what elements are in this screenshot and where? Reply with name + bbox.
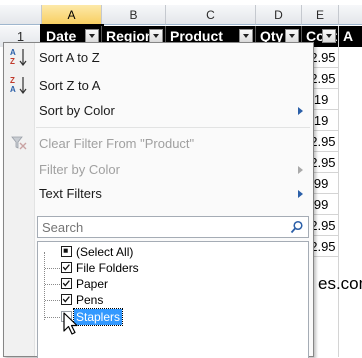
column-header-f[interactable] (339, 5, 362, 25)
tree-line (45, 317, 60, 319)
select-all-corner[interactable] (0, 5, 42, 25)
filter-dropdown-button[interactable] (239, 29, 253, 43)
filter-by-color-label: Filter by Color (39, 162, 120, 177)
header-cell-partial[interactable]: A (339, 26, 362, 47)
sort-z-to-a-item[interactable]: Sort Z to A (39, 75, 309, 97)
sort-by-color-item[interactable]: Sort by Color (39, 100, 309, 122)
filter-by-color-item: Filter by Color (39, 159, 309, 181)
sort-a-to-z-item[interactable]: Sort A to Z (39, 47, 309, 69)
sort-z-to-a-icon: Z A (10, 76, 27, 94)
list-item-label: File Folders (76, 261, 139, 275)
filter-dropdown-button[interactable] (285, 29, 299, 43)
clear-filter-icon (11, 136, 27, 150)
list-item-label: (Select All) (76, 245, 134, 259)
header-label-partial: A (343, 28, 354, 44)
tree-line (45, 268, 60, 270)
checkbox-mixed[interactable] (61, 246, 72, 257)
list-item-label: Pens (76, 293, 104, 307)
menu-separator (36, 127, 310, 128)
sort-by-color-label: Sort by Color (39, 103, 115, 118)
filter-values-list[interactable]: (Select All) File Folders Paper Pens Sta… (37, 241, 309, 358)
magnifier-icon (290, 220, 303, 234)
submenu-arrow-icon (298, 107, 303, 115)
mouse-pointer-icon (63, 312, 78, 335)
filter-dropdown-button[interactable] (85, 29, 99, 43)
list-item-label: Paper (76, 277, 109, 291)
tree-line (45, 284, 60, 286)
svg-text:A: A (10, 48, 16, 57)
tree-line (44, 252, 46, 320)
sort-a-to-z-icon: A Z (10, 48, 27, 66)
checkbox-checked[interactable] (61, 278, 72, 289)
filter-dropdown-button[interactable] (322, 29, 336, 43)
partial-cell-text: es.com (318, 274, 362, 293)
text-filters-item[interactable]: Text Filters (39, 183, 309, 205)
column-header-b[interactable]: B (102, 5, 166, 25)
column-header-a[interactable]: A (42, 5, 102, 25)
svg-text:Z: Z (10, 76, 15, 85)
column-header-d[interactable]: D (256, 5, 302, 25)
svg-text:A: A (10, 85, 16, 94)
filter-search-box[interactable] (37, 216, 309, 238)
submenu-arrow-icon (298, 190, 303, 198)
checkbox-checked[interactable] (61, 262, 72, 273)
text-filters-label: Text Filters (39, 186, 102, 201)
column-header-e[interactable]: E (302, 5, 339, 25)
column-header-c[interactable]: C (166, 5, 256, 25)
filter-dropdown-button[interactable] (149, 29, 163, 43)
filter-search-input[interactable] (38, 217, 284, 238)
clear-filter-item: Clear Filter From "Product" (39, 136, 195, 151)
tree-line (45, 300, 60, 302)
submenu-arrow-icon (298, 166, 303, 174)
svg-text:Z: Z (10, 57, 15, 66)
checkbox-checked[interactable] (61, 294, 72, 305)
list-item-label: Staplers (72, 308, 124, 326)
autofilter-dropdown-menu: A Z Sort A to Z Z A Sort Z to A Sort by … (3, 42, 314, 358)
